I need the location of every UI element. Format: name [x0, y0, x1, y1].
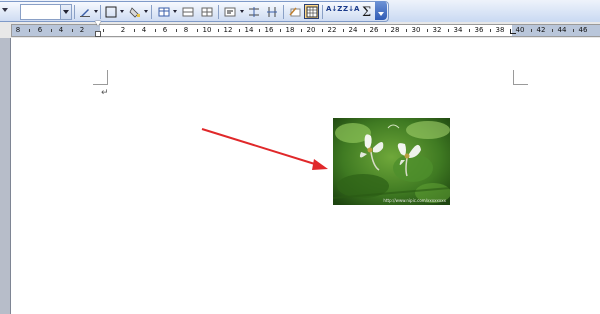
red-arrow-annotation — [201, 128, 328, 170]
